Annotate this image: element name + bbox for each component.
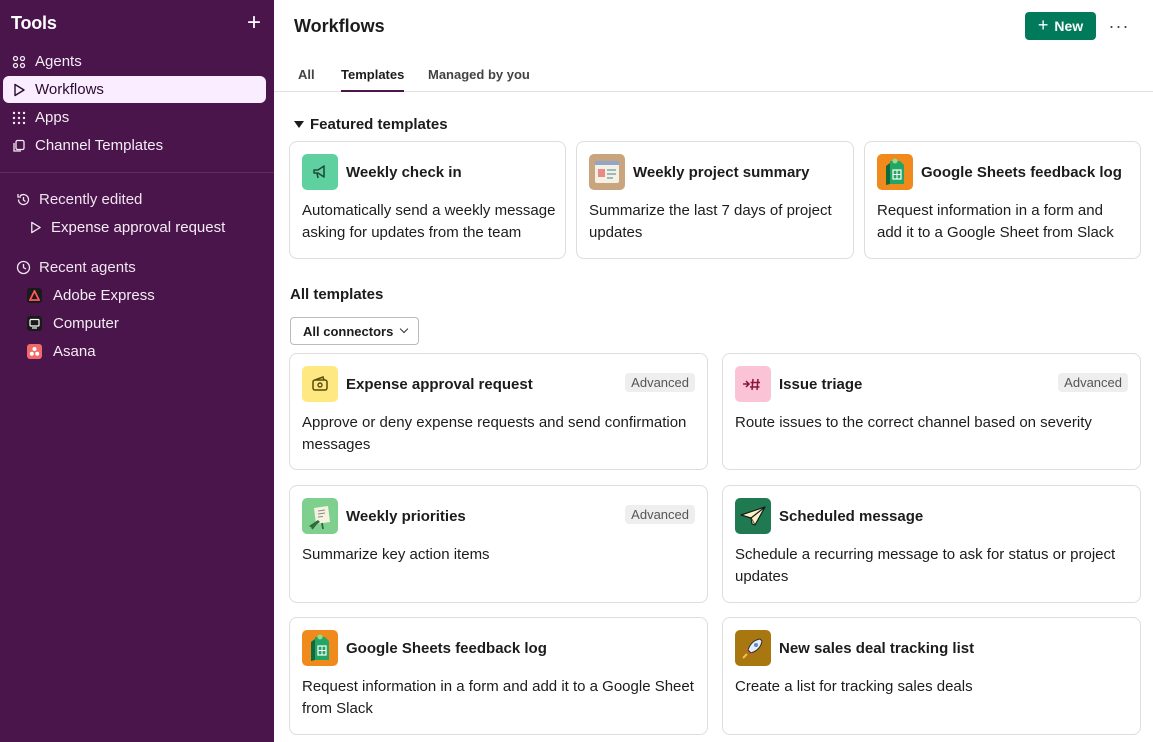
featured-card-weekly-project-summary[interactable]: Weekly project summary Summarize the las… (576, 141, 854, 259)
add-icon[interactable]: + (247, 11, 261, 35)
sidebar-item-label: Apps (35, 109, 70, 126)
recently-edited-label: Recently edited (39, 190, 143, 208)
card-description: Request information in a form and add it… (877, 202, 1114, 241)
megaphone-icon (302, 154, 338, 190)
card-title: Issue triage (779, 376, 863, 393)
card-description: Schedule a recurring message to ask for … (735, 546, 1116, 585)
featured-card-google-sheets-feedback-log[interactable]: Google Sheets feedback log Request infor… (864, 141, 1141, 259)
play-icon (27, 220, 43, 236)
template-card-issue-triage[interactable]: Issue triage Advanced Route issues to th… (722, 353, 1141, 470)
card-description: Summarize key action items (302, 546, 490, 563)
wallet-icon (302, 366, 338, 402)
card-description: Request information in a form and add it… (302, 678, 694, 717)
card-title: Expense approval request (346, 376, 533, 393)
rocket-icon (735, 630, 771, 666)
chevron-down-icon (400, 324, 409, 334)
tab-templates[interactable]: Templates (341, 67, 405, 92)
sidebar-item-workflows[interactable]: Workflows (3, 76, 266, 103)
page-title: Workflows (294, 16, 385, 36)
recent-item-label: Expense approval request (51, 219, 226, 236)
recent-agents-label: Recent agents (39, 258, 136, 276)
hash-icon (735, 366, 771, 402)
sidebar-item-agents[interactable]: Agents (3, 48, 266, 75)
card-title: Google Sheets feedback log (346, 640, 547, 657)
recent-agents-header: Recent agents (3, 254, 266, 280)
agent-item-label: Adobe Express (53, 287, 155, 304)
card-description: Summarize the last 7 days of project upd… (589, 202, 832, 241)
filter-label: All connectors (303, 323, 394, 339)
card-title: Scheduled message (779, 508, 924, 525)
sidebar-item-label: Workflows (35, 81, 104, 98)
template-card-expense-approval[interactable]: Expense approval request Advanced Approv… (289, 353, 708, 470)
featured-templates-toggle[interactable]: Featured templates (294, 116, 448, 133)
sheets-icon (302, 630, 338, 666)
paper-plane-icon (735, 498, 771, 534)
advanced-badge: Advanced (625, 373, 695, 392)
sidebar-item-apps[interactable]: Apps (3, 104, 266, 131)
template-card-google-sheets-feedback-log[interactable]: Google Sheets feedback log Request infor… (289, 617, 708, 735)
tab-all[interactable]: All (298, 67, 315, 92)
card-title: Weekly check in (346, 164, 462, 181)
plus-icon: + (1037, 14, 1049, 35)
recently-edited-header: Recently edited (3, 186, 266, 212)
history-icon (15, 191, 31, 207)
sidebar-divider (0, 172, 274, 173)
card-title: Google Sheets feedback log (921, 164, 1122, 181)
sidebar-item-label: Channel Templates (35, 137, 164, 154)
connectors-filter-dropdown[interactable]: All connectors (290, 317, 419, 345)
featured-templates-heading: Featured templates (310, 116, 448, 133)
clock-icon (15, 259, 31, 275)
agent-item-label: Asana (53, 343, 96, 360)
agent-item-adobe-express[interactable]: Adobe Express (3, 282, 266, 309)
tab-bar: All Templates Managed by you (274, 58, 1153, 92)
agents-icon (11, 54, 27, 70)
adobe-express-icon (27, 288, 42, 303)
agent-item-computer[interactable]: Computer (3, 310, 266, 337)
sidebar-header: Tools + (11, 11, 261, 35)
tab-managed-by-you[interactable]: Managed by you (428, 67, 530, 92)
agent-item-asana[interactable]: Asana (3, 338, 266, 365)
computer-icon (27, 316, 42, 331)
copy-icon (11, 138, 27, 154)
card-title: Weekly project summary (633, 164, 810, 181)
card-title: New sales deal tracking list (779, 640, 975, 657)
recent-item-expense-approval[interactable]: Expense approval request (3, 214, 266, 241)
new-button-label: New (1054, 18, 1084, 34)
advanced-badge: Advanced (625, 505, 695, 524)
sidebar-title: Tools (11, 12, 57, 33)
advanced-badge: Advanced (1058, 373, 1128, 392)
play-icon (11, 82, 27, 98)
template-card-scheduled-message[interactable]: Scheduled message Schedule a recurring m… (722, 485, 1141, 603)
all-templates-heading: All templates (290, 286, 384, 303)
sidebar-item-channel-templates[interactable]: Channel Templates (3, 132, 266, 159)
main-panel: Workflows + New ··· All Templates Manage… (274, 0, 1153, 742)
template-card-new-sales-deal-tracking[interactable]: New sales deal tracking list Create a li… (722, 617, 1141, 735)
caret-down-icon (294, 121, 304, 128)
sheets-icon (877, 154, 913, 190)
card-description: Approve or deny expense requests and sen… (302, 414, 687, 453)
sidebar: Tools + Agents Workflows Apps Channel Te… (0, 0, 274, 742)
agent-item-label: Computer (53, 315, 119, 332)
grid-icon (11, 110, 27, 126)
template-card-weekly-priorities[interactable]: Weekly priorities Advanced Summarize key… (289, 485, 708, 603)
more-options-icon[interactable]: ··· (1108, 14, 1130, 38)
sidebar-item-label: Agents (35, 53, 82, 70)
featured-card-weekly-check-in[interactable]: Weekly check in Automatically send a wee… (289, 141, 566, 259)
card-description: Route issues to the correct channel base… (735, 414, 1092, 431)
card-description: Create a list for tracking sales deals (735, 678, 973, 695)
card-description: Automatically send a weekly message aski… (302, 202, 556, 241)
document-icon (589, 154, 625, 190)
new-workflow-button[interactable]: + New (1025, 12, 1096, 40)
card-title: Weekly priorities (346, 508, 466, 525)
easel-icon (302, 498, 338, 534)
asana-icon (27, 344, 42, 359)
